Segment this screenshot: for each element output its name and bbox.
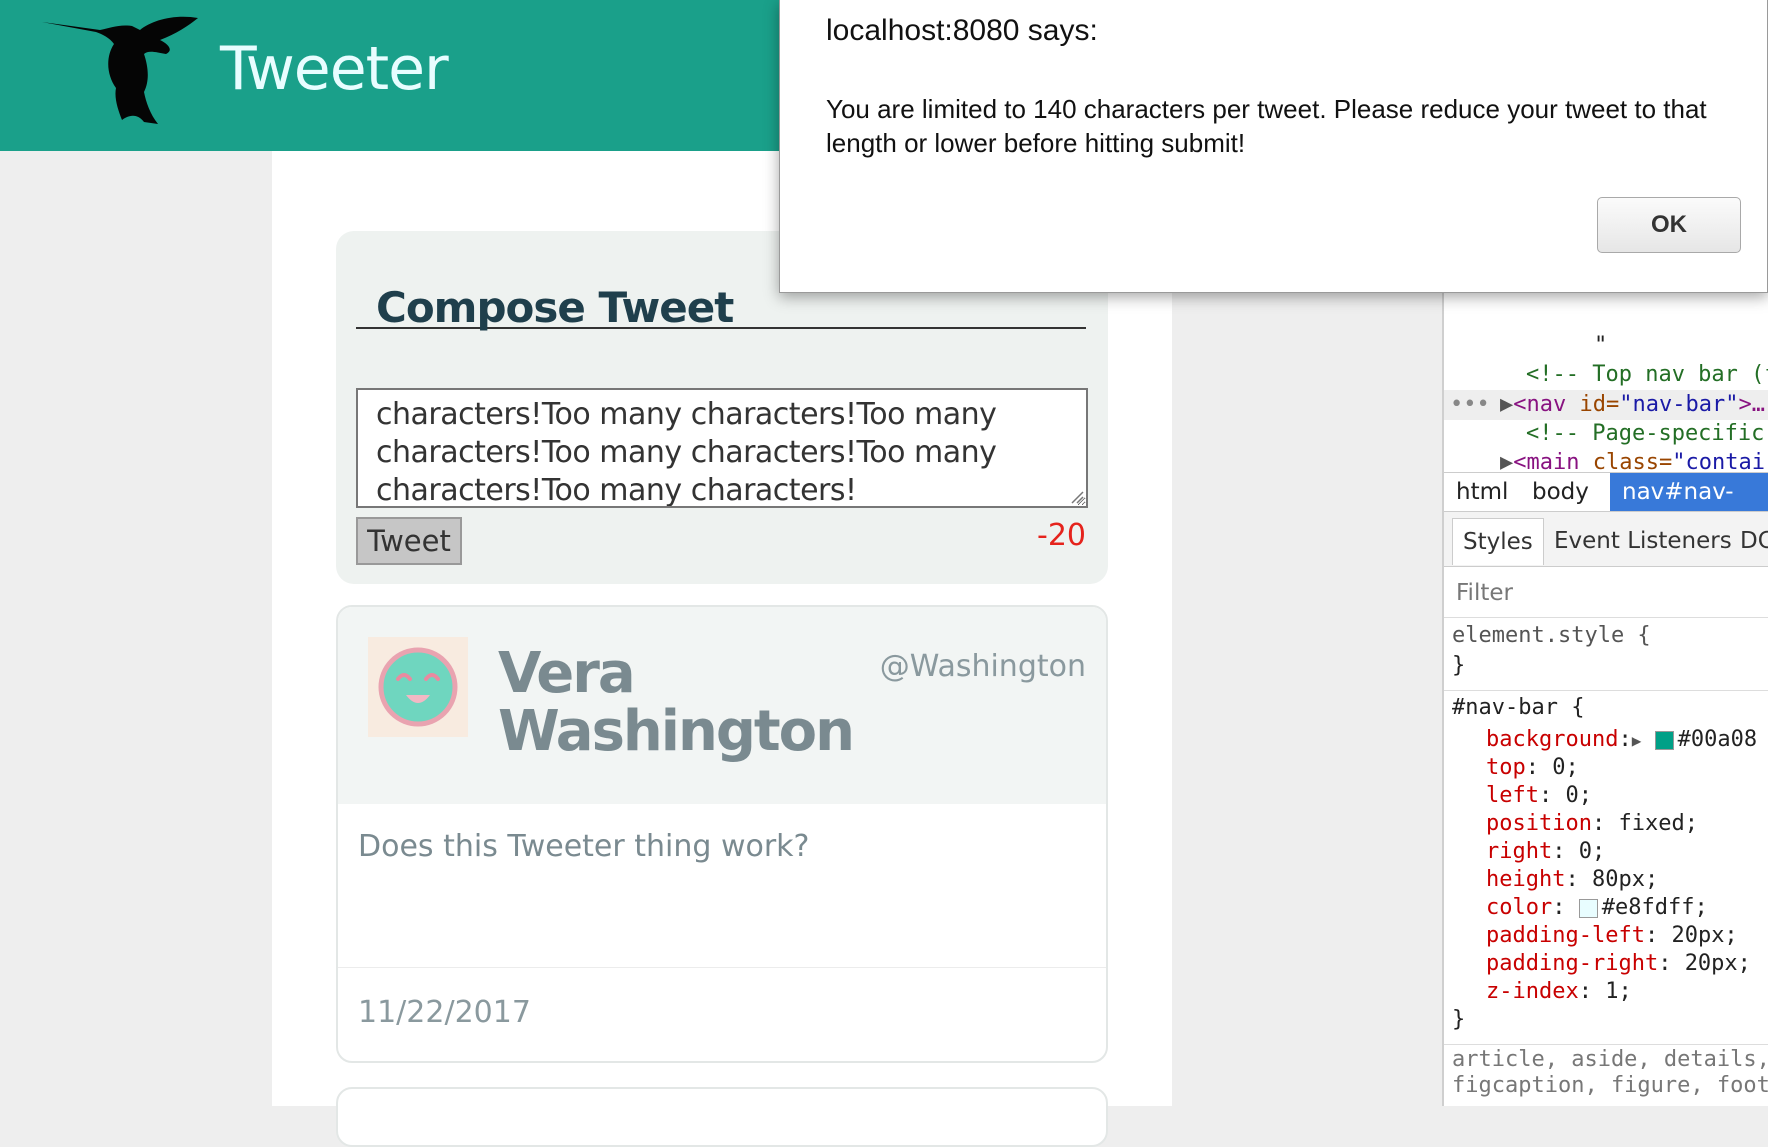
css-prop: right — [1486, 839, 1553, 864]
css-declaration[interactable]: padding-right: 20px; — [1486, 950, 1751, 978]
css-declaration-background[interactable]: background:▶ #00a08 — [1486, 726, 1757, 755]
breadcrumb-nav[interactable]: nav#nav-bar — [1610, 473, 1768, 543]
alert-title: localhost:8080 says: — [826, 14, 1098, 47]
css-value: #e8fdff; — [1601, 895, 1708, 920]
tab-event-listeners[interactable]: Event Listeners — [1544, 518, 1742, 564]
tweet-textarea-value[interactable]: characters!Too many characters!Too many … — [376, 397, 997, 506]
app-title[interactable]: Tweeter — [220, 34, 449, 104]
css-prop: padding-right — [1486, 951, 1659, 976]
dom-tag: <nav — [1513, 392, 1580, 417]
tab-dom-breakpoints[interactable]: DC — [1730, 518, 1768, 564]
css-value: 0; — [1578, 839, 1606, 864]
css-declaration[interactable]: position: fixed; — [1486, 810, 1698, 838]
next-rule-selector[interactable]: figcaption, figure, foot — [1452, 1072, 1768, 1100]
css-declaration[interactable]: left: 0; — [1486, 782, 1592, 810]
dom-more-icon[interactable]: ••• — [1450, 392, 1490, 418]
css-prop: background — [1486, 727, 1619, 752]
css-value: 1; — [1605, 979, 1632, 1004]
divider — [1444, 690, 1768, 691]
dom-text-node[interactable]: " — [1594, 333, 1607, 359]
tweet-author-handle: @Washington — [879, 649, 1086, 684]
dom-attr-value: "nav-bar" — [1619, 392, 1739, 417]
next-rule-selector[interactable]: article, aside, details, — [1452, 1046, 1768, 1074]
dom-attr: id= — [1579, 392, 1620, 417]
dom-comment[interactable]: <!-- Top nav bar (f — [1526, 362, 1768, 388]
dom-comment[interactable]: <!-- Page-specific — [1526, 421, 1764, 447]
dom-tag-end: >… — [1738, 392, 1765, 417]
breadcrumb-body[interactable]: body — [1520, 473, 1601, 511]
nav-bar-rule-selector[interactable]: #nav-bar { — [1452, 694, 1584, 722]
element-style-selector[interactable]: element.style { — [1452, 622, 1651, 650]
css-prop: left — [1486, 783, 1539, 808]
resize-grip-icon[interactable] — [1070, 490, 1084, 504]
divider — [1444, 1044, 1768, 1045]
css-value: 20px; — [1684, 951, 1751, 976]
css-prop: padding-left — [1486, 923, 1645, 948]
devtools-tabs: Styles Event Listeners DC — [1444, 512, 1768, 567]
css-prop: height — [1486, 867, 1566, 892]
rule-close-brace: } — [1452, 1007, 1466, 1032]
css-declaration[interactable]: height: 80px; — [1486, 866, 1658, 894]
css-prop: z-index — [1486, 979, 1579, 1004]
css-declaration-color[interactable]: color: #e8fdff; — [1486, 894, 1708, 922]
tweet-author-name: Vera Washington — [498, 641, 855, 764]
avatar — [368, 637, 468, 737]
tweet-footer: 11/22/2017 — [338, 967, 1106, 1061]
css-value: 80px; — [1591, 867, 1659, 892]
compose-title: Compose Tweet — [356, 287, 1086, 329]
hummingbird-logo-icon — [42, 16, 198, 124]
css-prop: position — [1486, 811, 1592, 836]
css-declaration[interactable]: z-index: 1; — [1486, 978, 1632, 1006]
tweet-date: 11/22/2017 — [358, 995, 531, 1030]
css-prop: top — [1486, 755, 1526, 780]
styles-filter-input[interactable]: Filter — [1444, 568, 1768, 618]
css-value: fixed; — [1618, 811, 1698, 836]
css-prop: color — [1486, 895, 1553, 920]
dom-node-nav[interactable]: ▶<nav id="nav-bar">… — [1500, 392, 1765, 418]
css-value: 20px; — [1671, 923, 1738, 948]
rule-close-brace: } — [1452, 653, 1466, 678]
css-value: #00a08 — [1677, 727, 1758, 752]
color-swatch-icon[interactable] — [1578, 898, 1598, 918]
css-value: 0; — [1565, 783, 1592, 808]
expand-triangle-icon[interactable]: ▶ — [1632, 731, 1642, 750]
tweet-textarea[interactable]: characters!Too many characters!Too many … — [356, 388, 1088, 508]
tweet-card — [336, 1087, 1108, 1147]
expand-triangle-icon[interactable]: ▶ — [1500, 392, 1513, 417]
tab-styles[interactable]: Styles — [1452, 518, 1544, 565]
dom-breadcrumb: html body nav#nav-bar — [1444, 472, 1768, 543]
tweet-body: Does this Tweeter thing work? — [358, 829, 810, 864]
breadcrumb-html[interactable]: html — [1444, 473, 1520, 511]
character-counter: -20 — [1037, 518, 1086, 553]
smiley-avatar-icon — [378, 647, 458, 727]
tweet-card: Vera Washington @Washington Does this Tw… — [336, 605, 1108, 1063]
css-declaration[interactable]: padding-left: 20px; — [1486, 922, 1738, 950]
css-value: 0; — [1552, 755, 1579, 780]
ok-button[interactable]: OK — [1597, 197, 1741, 253]
tweet-submit-button[interactable]: Tweet — [356, 517, 462, 565]
alert-dialog: localhost:8080 says: You are limited to … — [779, 0, 1768, 293]
alert-message: You are limited to 140 characters per tw… — [826, 94, 1707, 158]
tweet-header: Vera Washington @Washington — [338, 607, 1106, 804]
color-swatch-icon[interactable] — [1654, 730, 1674, 750]
css-declaration[interactable]: top: 0; — [1486, 754, 1579, 782]
css-declaration[interactable]: right: 0; — [1486, 838, 1605, 866]
